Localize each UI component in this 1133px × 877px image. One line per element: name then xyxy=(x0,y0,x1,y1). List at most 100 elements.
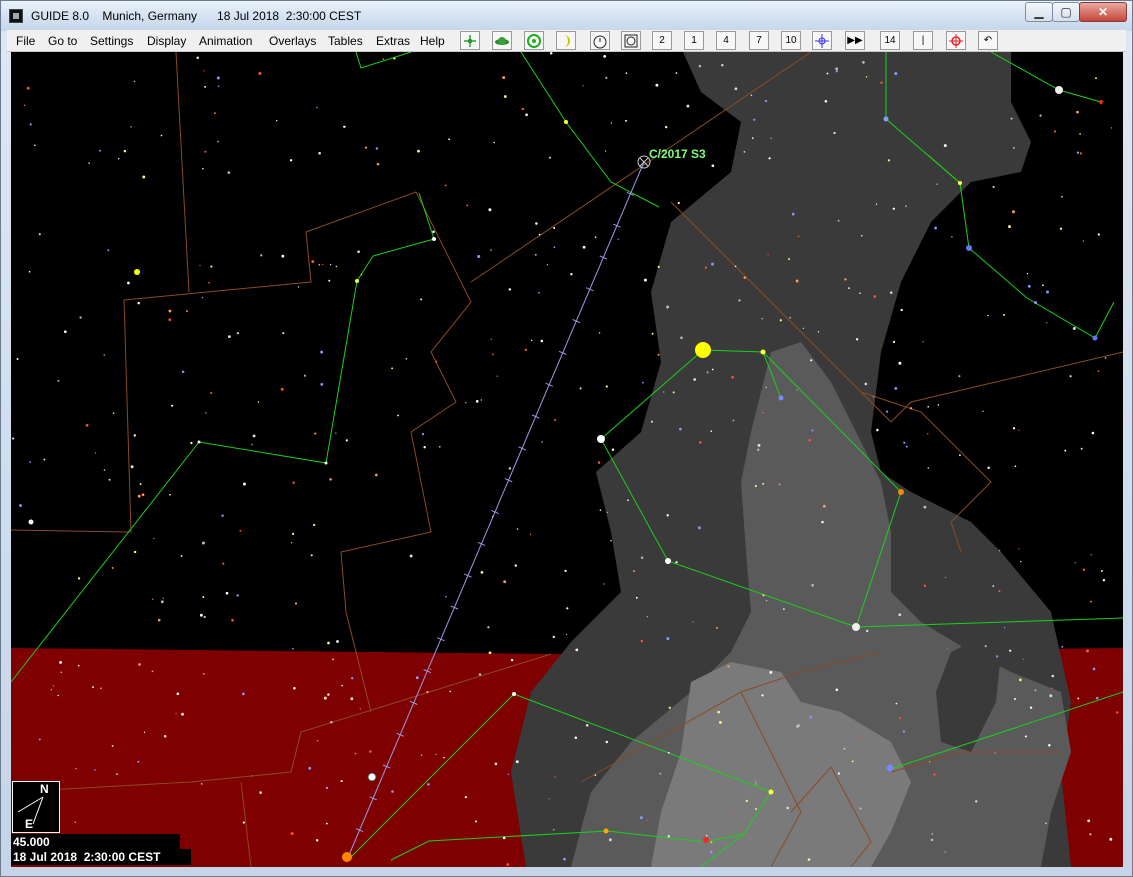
faint-star xyxy=(409,554,413,558)
faint-star xyxy=(1010,117,1013,120)
faint-star xyxy=(88,162,91,164)
title-bar[interactable]: GUIDE 8.0 Munich, Germany 18 Jul 2018 2:… xyxy=(1,1,1132,31)
bar-icon[interactable]: | xyxy=(913,31,933,50)
faint-star xyxy=(214,112,216,114)
faint-star xyxy=(865,76,868,78)
faint-star xyxy=(315,839,319,842)
faint-star xyxy=(553,418,557,422)
level-7-icon[interactable]: 7 xyxy=(749,31,769,50)
timer-icon[interactable] xyxy=(590,31,610,50)
faint-star xyxy=(835,70,838,73)
faint-star xyxy=(642,381,644,384)
faint-star xyxy=(325,786,329,790)
faint-star xyxy=(142,494,145,496)
object-search-icon[interactable] xyxy=(812,31,832,50)
faint-star xyxy=(791,212,795,216)
faint-star xyxy=(902,730,906,733)
faint-star xyxy=(1048,743,1051,747)
menu-settings[interactable]: Settings xyxy=(90,34,133,48)
faint-star xyxy=(99,149,101,152)
comet-label[interactable]: C/2017 S3 xyxy=(649,147,706,161)
faint-star xyxy=(958,375,961,378)
planet-icon[interactable] xyxy=(492,31,512,50)
menu-help[interactable]: Help xyxy=(420,34,445,48)
maximize-button[interactable]: ▢ xyxy=(1052,2,1080,22)
faint-star xyxy=(646,616,648,618)
faint-star xyxy=(222,562,225,565)
faint-star xyxy=(627,499,629,502)
faint-star xyxy=(1102,579,1106,582)
faint-star xyxy=(38,233,41,236)
level-10-icon[interactable]: 10 xyxy=(781,31,801,50)
faint-star xyxy=(692,621,694,623)
faint-star xyxy=(217,140,219,143)
faint-star xyxy=(251,443,253,446)
clock-icon[interactable] xyxy=(621,31,641,50)
faint-star xyxy=(117,157,120,160)
star xyxy=(898,489,904,495)
faint-star xyxy=(111,744,114,747)
fast-forward-icon[interactable]: ▶▶ xyxy=(845,31,865,50)
faint-star xyxy=(1003,313,1006,316)
faint-star xyxy=(646,819,648,821)
faint-star xyxy=(1080,447,1083,450)
faint-star xyxy=(535,222,538,225)
star xyxy=(1092,335,1098,341)
sky-chart[interactable]: C/2017 S3 N E 45.000 18 Jul 2018 2:30:00… xyxy=(11,52,1123,867)
faint-star xyxy=(1039,114,1042,117)
faint-star xyxy=(807,858,811,861)
faint-star xyxy=(603,55,607,58)
sky-canvas[interactable] xyxy=(11,52,1123,867)
faint-star xyxy=(515,760,519,764)
faint-star xyxy=(753,118,756,121)
level-4-icon[interactable]: 4 xyxy=(716,31,736,50)
menu-extras[interactable]: Extras xyxy=(376,34,410,48)
faint-star xyxy=(236,594,239,597)
close-button[interactable]: ✕ xyxy=(1079,2,1127,22)
faint-star xyxy=(130,125,132,128)
faint-star xyxy=(928,760,931,763)
faint-star xyxy=(327,641,330,645)
menu-animation[interactable]: Animation xyxy=(199,34,252,48)
faint-star xyxy=(493,141,495,144)
sun-icon[interactable] xyxy=(524,31,544,50)
field-of-view-value: 45.000 xyxy=(13,835,50,849)
menu-file[interactable]: File xyxy=(16,34,35,48)
faint-star xyxy=(258,72,262,75)
star xyxy=(355,279,359,283)
faint-star xyxy=(899,716,902,720)
faint-star xyxy=(672,391,675,394)
minimize-button[interactable]: ▁ xyxy=(1025,2,1053,22)
faint-star xyxy=(153,537,155,540)
crosshair-icon[interactable] xyxy=(946,31,966,50)
faint-star xyxy=(931,833,933,835)
level-2-icon[interactable]: 2 xyxy=(652,31,672,50)
faint-star xyxy=(1012,210,1015,214)
faint-star xyxy=(490,249,492,251)
menu-goto[interactable]: Go to xyxy=(48,34,77,48)
faint-star xyxy=(865,629,869,633)
undo-icon[interactable]: ↶ xyxy=(978,31,998,50)
menu-display[interactable]: Display xyxy=(147,34,186,48)
menu-overlays[interactable]: Overlays xyxy=(269,34,316,48)
star xyxy=(134,269,140,275)
faint-star xyxy=(280,387,284,391)
faint-star xyxy=(420,754,423,756)
level-1-icon[interactable]: 1 xyxy=(684,31,704,50)
level-14-icon[interactable]: 14 xyxy=(880,31,900,50)
moon-icon[interactable] xyxy=(556,31,576,50)
faint-star xyxy=(643,278,647,282)
faint-star xyxy=(944,576,947,579)
menu-tables[interactable]: Tables xyxy=(328,34,363,48)
faint-star xyxy=(350,697,354,701)
faint-star xyxy=(677,201,680,205)
faint-star xyxy=(85,423,89,427)
faint-star xyxy=(837,772,840,775)
faint-star xyxy=(464,795,468,799)
faint-star xyxy=(421,432,425,436)
faint-star xyxy=(1095,696,1099,700)
faint-star xyxy=(732,419,735,422)
faint-star xyxy=(709,850,713,854)
star-chart-icon[interactable] xyxy=(460,31,480,50)
faint-star xyxy=(943,144,947,148)
